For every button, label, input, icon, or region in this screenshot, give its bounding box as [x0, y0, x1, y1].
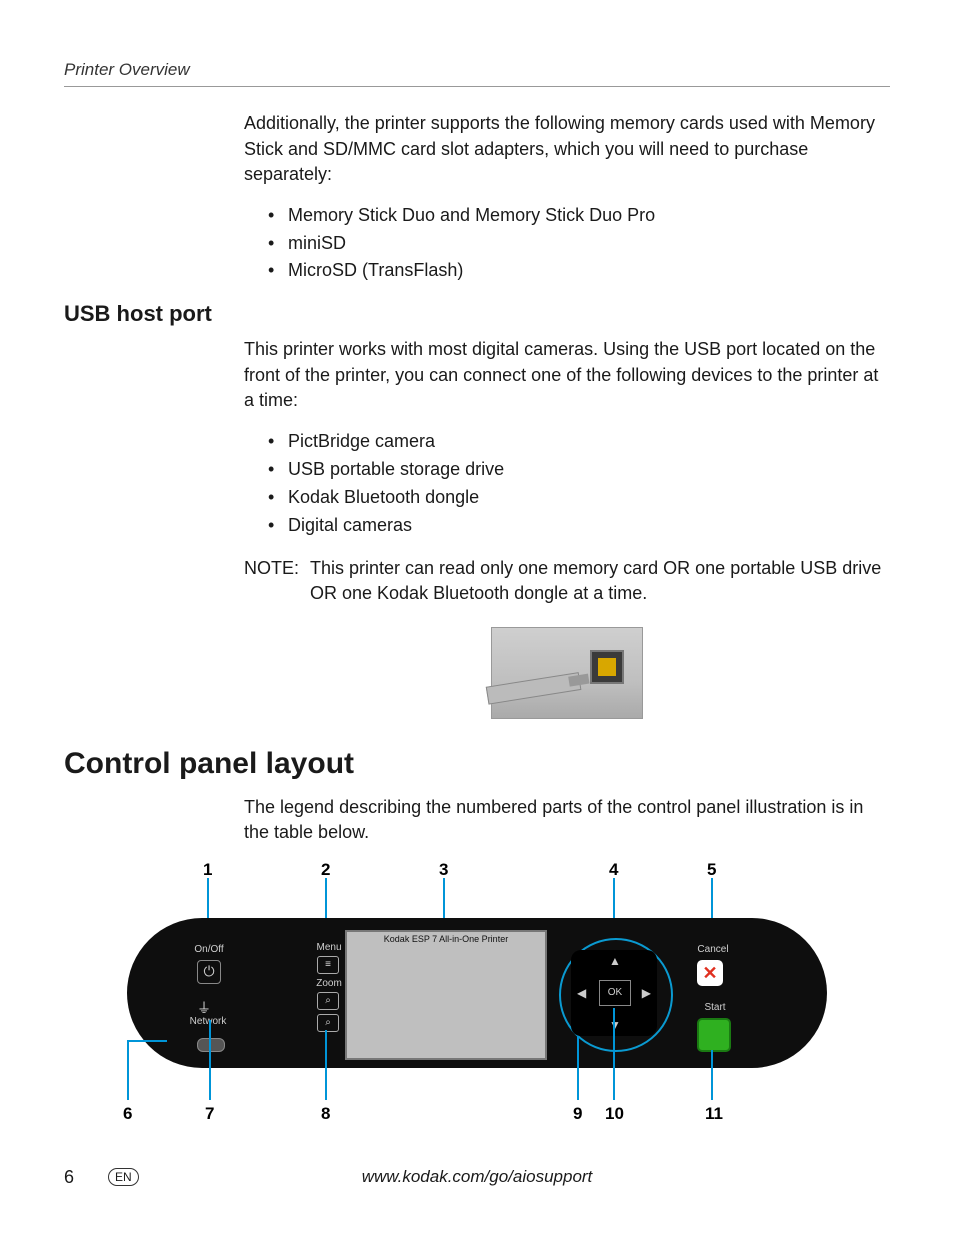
callout-line — [577, 1036, 579, 1100]
start-label: Start — [695, 1002, 735, 1013]
onoff-label: On/Off — [187, 944, 231, 955]
list-item: MicroSD (TransFlash) — [268, 257, 890, 285]
menu-label: Menu — [309, 942, 349, 953]
lcd-screen: Kodak ESP 7 All-in-One Printer — [345, 930, 547, 1060]
zoom-label: Zoom — [309, 978, 349, 989]
callout-line — [127, 1040, 129, 1100]
menu-icon: ≡ — [317, 956, 339, 974]
list-item: PictBridge camera — [268, 428, 890, 456]
zoom-in-icon: ⌕ — [317, 992, 339, 1010]
running-header: Printer Overview — [64, 60, 890, 80]
list-item: Digital cameras — [268, 512, 890, 540]
language-badge: EN — [108, 1168, 139, 1186]
callout-line — [711, 1050, 713, 1100]
arrow-up-icon: ▲ — [609, 954, 621, 968]
list-item: Kodak Bluetooth dongle — [268, 484, 890, 512]
network-icon: ⏚ — [197, 998, 211, 1018]
page-footer: 6 EN www.kodak.com/go/aiosupport — [64, 1167, 890, 1187]
arrow-right-icon: ▶ — [642, 986, 651, 1000]
callout-7: 7 — [205, 1104, 214, 1124]
start-button-icon — [697, 1018, 731, 1052]
header-rule — [64, 86, 890, 87]
usb-paragraph: This printer works with most digital cam… — [244, 337, 890, 414]
callout-line — [613, 1008, 615, 1100]
callout-5: 5 — [707, 860, 716, 880]
note-label: NOTE: — [244, 556, 310, 607]
callout-line — [325, 1030, 327, 1100]
list-item: miniSD — [268, 230, 890, 258]
note-row: NOTE: This printer can read only one mem… — [244, 556, 890, 607]
callout-8: 8 — [321, 1104, 330, 1124]
list-item: Memory Stick Duo and Memory Stick Duo Pr… — [268, 202, 890, 230]
usb-port-icon — [590, 650, 624, 684]
callout-10: 10 — [605, 1104, 624, 1124]
callout-6: 6 — [123, 1104, 132, 1124]
usb-host-port-heading: USB host port — [64, 301, 890, 327]
arrow-left-icon: ◀ — [577, 986, 586, 1000]
intro-paragraph: Additionally, the printer supports the f… — [244, 111, 890, 188]
callout-4: 4 — [609, 860, 618, 880]
memory-card-list: Memory Stick Duo and Memory Stick Duo Pr… — [268, 202, 890, 286]
cancel-label: Cancel — [693, 944, 733, 955]
ok-button: OK — [599, 980, 631, 1006]
callout-3: 3 — [439, 860, 448, 880]
callout-9: 9 — [573, 1104, 582, 1124]
cancel-button-icon: ✕ — [697, 960, 723, 986]
control-panel-heading: Control panel layout — [64, 747, 890, 781]
zoom-out-icon: ⌕ — [317, 1014, 339, 1032]
network-label: Network — [183, 1016, 233, 1027]
callout-line — [127, 1040, 167, 1042]
callout-1: 1 — [203, 860, 212, 880]
wifi-led-icon — [197, 1038, 225, 1052]
callout-2: 2 — [321, 860, 330, 880]
callout-11: 11 — [705, 1104, 723, 1124]
usb-port-illustration — [491, 627, 643, 719]
page-number: 6 — [64, 1167, 74, 1188]
list-item: USB portable storage drive — [268, 456, 890, 484]
usb-device-list: PictBridge camera USB portable storage d… — [268, 428, 890, 540]
control-panel-paragraph: The legend describing the numbered parts… — [244, 795, 890, 846]
control-panel-diagram: 1 2 3 4 5 On/Off ⏻ ⏚ Network Menu ≡ Zoom… — [127, 860, 827, 1140]
callout-line — [209, 1020, 211, 1100]
power-icon: ⏻ — [197, 960, 221, 984]
footer-url: www.kodak.com/go/aiosupport — [362, 1167, 593, 1187]
printer-control-panel: On/Off ⏻ ⏚ Network Menu ≡ Zoom ⌕ ⌕ Kodak… — [127, 918, 827, 1068]
note-text: This printer can read only one memory ca… — [310, 556, 890, 607]
usb-plug-icon — [486, 672, 582, 704]
screen-title: Kodak ESP 7 All-in-One Printer — [347, 934, 545, 944]
